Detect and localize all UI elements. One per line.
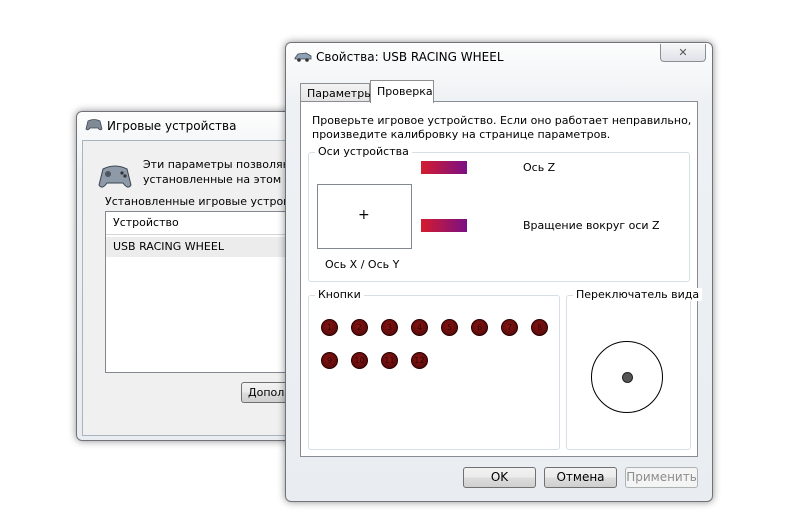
- button-indicator-2: 2: [351, 319, 368, 336]
- button-indicator-9: 9: [321, 352, 338, 369]
- instructions-text: Проверьте игровое устройство. Если оно р…: [312, 114, 692, 141]
- pov-hat-group: Переключатель вида: [566, 288, 703, 450]
- game-controllers-window: Игровые устройства Эти параметры позволя…: [76, 111, 334, 441]
- title-bar[interactable]: Свойства: USB RACING WHEEL ✕: [286, 43, 712, 71]
- dialog-title: Свойства: USB RACING WHEEL: [316, 50, 504, 64]
- button-indicator-6: 6: [471, 319, 488, 336]
- axes-group-title: Оси устройства: [315, 145, 412, 158]
- button-indicator-4: 4: [411, 319, 428, 336]
- button-indicator-12: 12: [411, 352, 428, 369]
- tab-test[interactable]: Проверка: [370, 80, 434, 103]
- test-tab-panel: Проверьте игровое устройство. Если оно р…: [300, 101, 703, 457]
- apply-button[interactable]: Применить: [625, 467, 698, 488]
- cancel-button[interactable]: Отмена: [544, 467, 617, 488]
- racing-car-icon: [294, 52, 312, 62]
- button-indicator-10: 10: [351, 352, 368, 369]
- z-axis-bar: [421, 161, 467, 174]
- button-indicator-7: 7: [501, 319, 518, 336]
- close-button[interactable]: ✕: [660, 44, 706, 62]
- crosshair-icon: +: [358, 207, 370, 223]
- title-bar[interactable]: Игровые устройства: [77, 112, 317, 140]
- button-indicator-3: 3: [381, 319, 398, 336]
- list-item[interactable]: USB RACING WHEEL: [106, 237, 306, 257]
- button-indicator-5: 5: [441, 319, 458, 336]
- pov-circle: [591, 341, 663, 413]
- device-axes-group: Оси устройства + Ось X / Ось Y Ось Z Вра…: [308, 145, 690, 282]
- gamepad-icon: [85, 119, 103, 131]
- close-icon: ✕: [678, 46, 688, 59]
- gamepad-large-icon: [98, 165, 132, 188]
- buttons-group-title: Кнопки: [315, 288, 364, 301]
- ok-button[interactable]: OK: [463, 467, 536, 488]
- list-header-device[interactable]: Устройство: [106, 212, 306, 235]
- z-rotation-bar: [421, 219, 467, 232]
- xy-axis-box: +: [317, 184, 412, 249]
- window-title: Игровые устройства: [107, 119, 237, 133]
- properties-dialog: Свойства: USB RACING WHEEL ✕ Параметры П…: [285, 42, 713, 502]
- buttons-group: Кнопки 1 2 3 4 5 6 7 8 9 10 11 12: [308, 288, 560, 450]
- button-indicator-1: 1: [321, 319, 338, 336]
- pov-group-title: Переключатель вида: [573, 288, 703, 301]
- pov-indicator-dot: [622, 372, 633, 383]
- xy-axis-label: Ось X / Ось Y: [325, 258, 400, 271]
- button-indicator-8: 8: [531, 319, 548, 336]
- button-indicator-11: 11: [381, 352, 398, 369]
- tab-parameters[interactable]: Параметры: [300, 83, 373, 102]
- z-rotation-label: Вращение вокруг оси Z: [523, 219, 660, 232]
- installed-devices-label: Установленные игровые устройс: [105, 195, 297, 208]
- device-list[interactable]: Устройство USB RACING WHEEL: [105, 211, 307, 373]
- z-axis-label: Ось Z: [523, 161, 556, 174]
